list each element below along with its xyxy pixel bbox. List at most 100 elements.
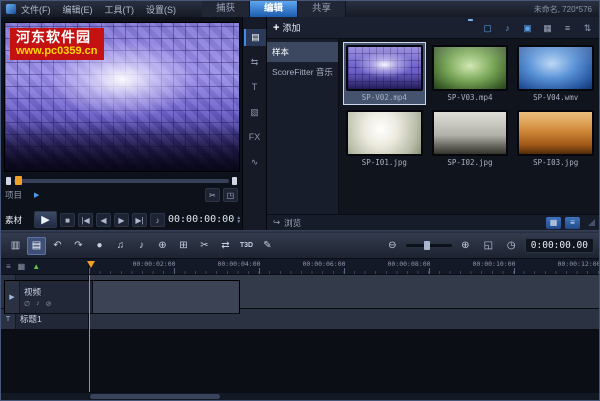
storyboard-view-button[interactable]: ▥ — [6, 237, 25, 255]
ruler-corner: ≡ ▦ ▲ — [1, 259, 89, 274]
scrubber-handle[interactable] — [15, 176, 22, 185]
motion-tracking-button[interactable]: ⊕ — [153, 237, 172, 255]
end-button[interactable]: ▶| — [132, 212, 147, 227]
tab-capture[interactable]: 捕获 — [202, 1, 251, 17]
mode-clip-button[interactable]: 素材 — [5, 214, 31, 226]
zoom-slider-thumb[interactable] — [423, 241, 430, 250]
media-name: SP-V03.mp4 — [447, 93, 493, 102]
trim-track[interactable] — [14, 179, 229, 183]
media-item[interactable]: SP-I03.jpg — [515, 108, 596, 169]
next-frame-button[interactable]: ▶ — [114, 212, 129, 227]
preview-video[interactable]: 河东软件园 www.pc0359.cn — [4, 22, 240, 172]
library-page-list-button[interactable]: ≡ — [565, 216, 580, 229]
media-item[interactable]: SP-V04.wmv — [515, 43, 596, 104]
sound-mixer-button[interactable]: ♫ — [111, 237, 130, 255]
preview-timecode: 00:00:00:00 ▲ ▼ — [168, 214, 241, 225]
media-item[interactable]: SP-I02.jpg — [430, 108, 511, 169]
nav-transition-icon[interactable]: ⇆ — [244, 54, 266, 71]
project-duration-icon[interactable]: ◷ — [502, 237, 521, 255]
zoom-in-button[interactable]: ⊕ — [456, 237, 475, 255]
zoom-out-button[interactable]: ⊖ — [383, 237, 402, 255]
chapter-marker-icon[interactable]: ▲ — [32, 262, 40, 271]
folder-scorefitter[interactable]: ScoreFitter 音乐 — [267, 62, 338, 82]
menu-edit[interactable]: 编辑(E) — [63, 3, 93, 16]
menu-file[interactable]: 文件(F) — [21, 3, 51, 16]
painting-creator-button[interactable]: ✎ — [258, 237, 277, 255]
menu-tools[interactable]: 工具(T) — [105, 3, 135, 16]
trim-start-handle[interactable] — [6, 177, 11, 185]
add-media-button[interactable]: + 添加 — [273, 21, 300, 34]
playhead-line — [89, 275, 90, 392]
title-3d-button[interactable]: T3D — [237, 237, 256, 255]
timeline-section: ▥ ▤ ↶ ↷ ● ♫ ♪ ⊕ ⊞ ✂ ⇄ T3D ✎ ⊖ ⊕ ◱ ◷ 0:00… — [1, 230, 599, 400]
ruler-label: 00:00:12:00 — [557, 260, 600, 268]
timeline-view-button[interactable]: ▤ — [27, 236, 46, 255]
tab-share[interactable]: 共享 — [298, 1, 347, 17]
list-view-icon[interactable]: ≡ — [560, 21, 575, 35]
zoom-slider[interactable] — [405, 241, 452, 250]
prev-frame-button[interactable]: ◀ — [96, 212, 111, 227]
auto-music-button[interactable]: ♪ — [132, 237, 151, 255]
mode-project-button[interactable]: 项目 — [5, 189, 31, 201]
track-disable-icon[interactable]: ⊘ — [46, 300, 52, 308]
folder-samples[interactable]: 样本 — [267, 42, 338, 62]
redo-button[interactable]: ↷ — [69, 237, 88, 255]
ruler-label: 00:00:10:00 — [472, 260, 516, 268]
fit-project-button[interactable]: ◱ — [479, 237, 498, 255]
media-screen-icon[interactable]: ▢ — [480, 21, 495, 35]
upper-area: 河东软件园 www.pc0359.cn 项目 ▶ ✂ ◳ 素材 ▶ ■ |◀ ◀… — [1, 17, 599, 230]
track-header-video[interactable]: ▶ 视频 ∅ ♪ ⊘ — [5, 281, 93, 313]
mode-arrow-icon: ▶ — [34, 192, 40, 199]
ruler-grid-icon[interactable]: ▦ — [18, 262, 26, 271]
preview-panel: 河东软件园 www.pc0359.cn 项目 ▶ ✂ ◳ 素材 ▶ ■ |◀ ◀… — [1, 17, 243, 230]
add-label: 添加 — [282, 23, 301, 33]
resize-grip[interactable] — [588, 219, 595, 226]
media-item[interactable]: SP-I01.jpg — [344, 108, 425, 169]
timecode-value[interactable]: 00:00:00:00 — [168, 214, 234, 225]
playhead-marker[interactable] — [87, 261, 95, 268]
trim-bar — [6, 176, 237, 185]
nav-motion-path-icon[interactable]: ∿ — [244, 154, 266, 171]
tab-edit[interactable]: 编辑 — [250, 1, 299, 17]
record-capture-button[interactable]: ● — [90, 237, 109, 255]
horizontal-scrollbar[interactable] — [1, 392, 599, 400]
nav-title-icon[interactable]: T — [244, 79, 266, 96]
browse-button[interactable]: 浏览 — [284, 217, 301, 229]
library-page-grid-button[interactable]: ▦ — [546, 216, 561, 229]
library-folder-list: 样本 ScoreFitter 音乐 — [267, 39, 339, 214]
trim-end-handle[interactable] — [232, 177, 237, 185]
thumbnail-sp-v02 — [346, 45, 423, 91]
import-folder-icon[interactable] — [460, 21, 475, 35]
ripple-edit-icon[interactable]: ∅ — [24, 300, 30, 308]
split-button[interactable]: ✂ — [195, 237, 214, 255]
batch-convert-button[interactable]: ⇄ — [216, 237, 235, 255]
timecode-spinner[interactable]: ▲ ▼ — [236, 215, 241, 224]
time-ruler[interactable]: 00:00:02:00 00:00:04:00 00:00:06:00 00:0… — [87, 259, 600, 274]
media-name: SP-I03.jpg — [533, 158, 579, 167]
scrollbar-thumb[interactable] — [90, 394, 220, 399]
sort-icon[interactable]: ⇅ — [580, 21, 595, 35]
play-button[interactable]: ▶ — [34, 211, 57, 228]
video-track-icon: ▶ — [5, 281, 20, 313]
nav-filter-icon[interactable]: FX — [244, 129, 266, 146]
video-track-lane[interactable] — [93, 281, 239, 313]
nav-media-icon[interactable]: ▤ — [243, 29, 266, 46]
stop-button[interactable]: ■ — [60, 212, 75, 227]
undo-button[interactable]: ↶ — [48, 237, 67, 255]
enlarge-preview-button[interactable]: ◳ — [223, 188, 238, 202]
grid-view-icon[interactable]: ▦ — [540, 21, 555, 35]
music-filter-icon[interactable]: ♪ — [500, 21, 515, 35]
home-button[interactable]: |◀ — [78, 212, 93, 227]
thumbnail-sp-i01 — [346, 110, 423, 156]
subtitle-editor-button[interactable]: ⊞ — [174, 237, 193, 255]
split-clip-button[interactable]: ✂ — [205, 188, 220, 202]
media-item[interactable]: SP-V03.mp4 — [430, 43, 511, 104]
menu-settings[interactable]: 设置(S) — [146, 3, 176, 16]
track-manager-icon[interactable]: ≡ — [6, 262, 11, 271]
nav-graphic-icon[interactable]: ▧ — [244, 104, 266, 121]
ruler-label: 00:00:02:00 — [132, 260, 176, 268]
photo-filter-icon[interactable]: ▣ — [520, 21, 535, 35]
media-item[interactable]: SP-V02.mp4 — [343, 42, 426, 105]
track-mute-icon[interactable]: ♪ — [36, 300, 40, 308]
volume-button[interactable]: ♪ — [150, 212, 165, 227]
